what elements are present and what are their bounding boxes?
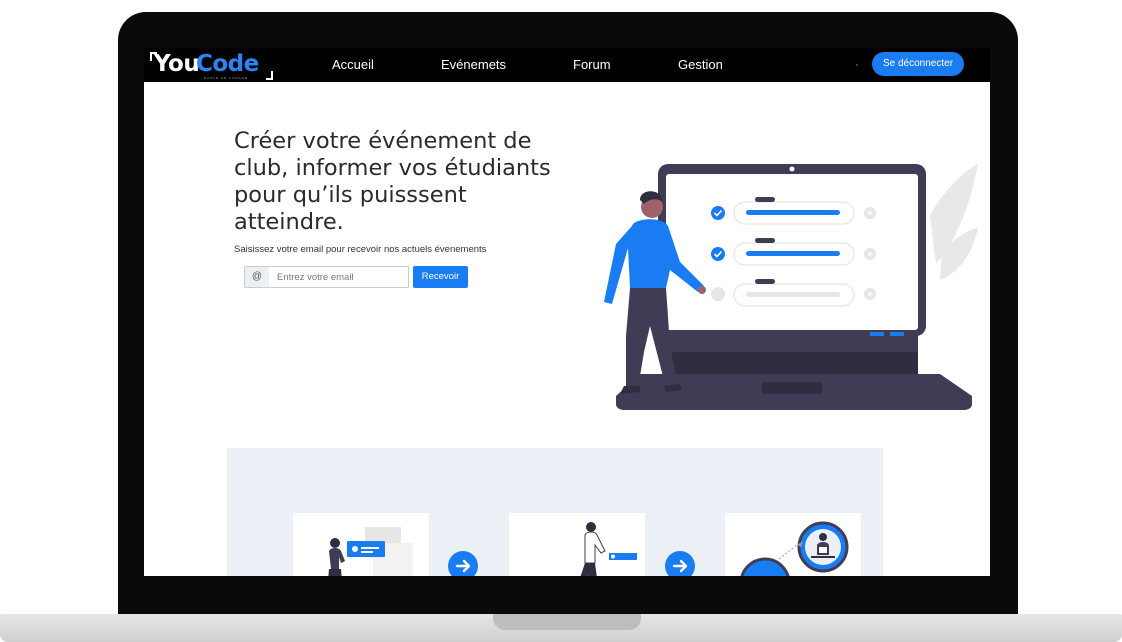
checklist-laptop-illustration: [604, 164, 978, 410]
logo-tagline: ÉCOLE DE CODAGE: [204, 76, 249, 80]
laptop-notch: [493, 614, 641, 630]
steps-section: [227, 448, 883, 576]
hero-subtitle: Saisissez votre email pour recevoir nos …: [234, 244, 487, 255]
receive-button[interactable]: Recevoir: [413, 266, 468, 288]
arrow-right-icon: [665, 551, 695, 576]
check-circle-icon: [711, 247, 725, 261]
step-card: [509, 513, 645, 576]
check-circle-icon: [711, 206, 725, 220]
nav-link-accueil[interactable]: Accueil: [332, 57, 374, 72]
step-illustration: [328, 527, 413, 576]
at-icon: @: [244, 266, 270, 288]
logout-button[interactable]: Se déconnecter: [872, 52, 964, 76]
nav-link-gestion[interactable]: Gestion: [678, 57, 723, 72]
logo-bracket-right: [266, 71, 273, 80]
step-card: [725, 513, 861, 576]
nav-separator-dot: [856, 64, 858, 66]
email-field[interactable]: [269, 266, 409, 288]
nav-link-forum[interactable]: Forum: [573, 57, 611, 72]
hero-title: Créer votre événement de club, informer …: [234, 128, 551, 235]
step-illustration: [740, 521, 849, 576]
navbar: You Code ÉCOLE DE CODAGE Accueil Evéneme…: [144, 48, 990, 82]
logo-text-code: Code: [196, 51, 259, 77]
step-illustration: [580, 522, 637, 576]
browser-screen: You Code ÉCOLE DE CODAGE Accueil Evéneme…: [144, 48, 990, 576]
arrow-right-icon: [448, 551, 478, 576]
nav-link-evenements[interactable]: Evénemets: [441, 57, 506, 72]
logo-text-you: You: [154, 51, 200, 77]
step-card: [293, 513, 429, 576]
